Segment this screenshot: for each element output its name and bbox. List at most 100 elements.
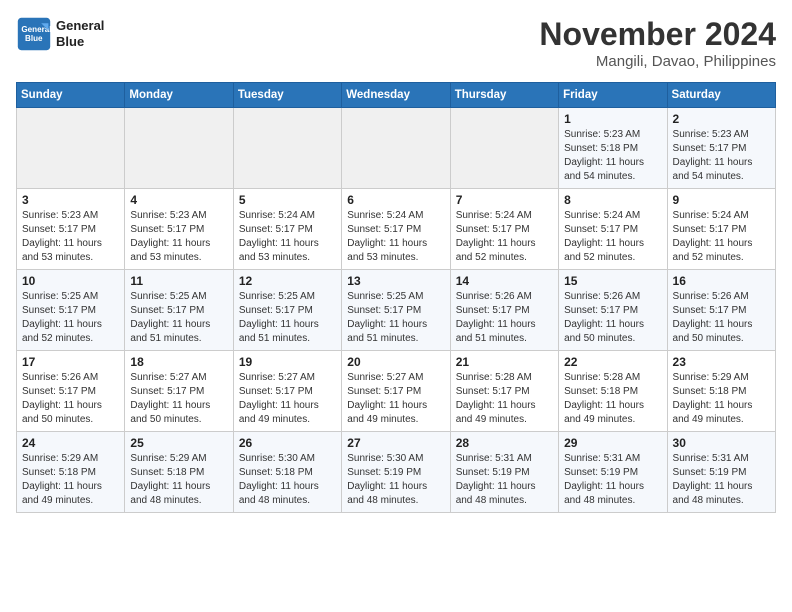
calendar-week-2: 3 Sunrise: 5:23 AM Sunset: 5:17 PM Daylig… — [17, 189, 776, 270]
day-number: 13 — [347, 274, 444, 288]
calendar-cell — [342, 108, 450, 189]
calendar-week-1: 1Sunrise: 5:23 AM Sunset: 5:18 PM Daylig… — [17, 108, 776, 189]
calendar-cell: 6 Sunrise: 5:24 AM Sunset: 5:17 PM Daylig… — [342, 189, 450, 270]
day-info: Sunrise: 5:25 AM Sunset: 5:17 PM Dayligh… — [130, 290, 227, 346]
day-number: 9 — [673, 193, 770, 207]
calendar-cell: 21 Sunrise: 5:28 AM Sunset: 5:17 PM Dayli… — [450, 351, 558, 432]
calendar-body: 1Sunrise: 5:23 AM Sunset: 5:18 PM Daylig… — [17, 108, 776, 513]
day-header-sunday: Sunday — [17, 83, 125, 108]
day-number: 3 — [22, 193, 119, 207]
calendar-cell: 24Sunrise: 5:29 AM Sunset: 5:18 PM Dayli… — [17, 432, 125, 513]
calendar-cell: 15Sunrise: 5:26 AM Sunset: 5:17 PM Dayli… — [559, 270, 667, 351]
calendar-cell: 19 Sunrise: 5:27 AM Sunset: 5:17 PM Dayli… — [233, 351, 341, 432]
calendar-cell: 13 Sunrise: 5:25 AM Sunset: 5:17 PM Dayli… — [342, 270, 450, 351]
day-info: Sunrise: 5:27 AM Sunset: 5:17 PM Dayligh… — [347, 371, 444, 427]
day-info: Sunrise: 5:28 AM Sunset: 5:18 PM Dayligh… — [564, 371, 661, 427]
month-title: November 2024 — [539, 16, 776, 53]
day-number: 7 — [456, 193, 553, 207]
logo: General Blue General Blue — [16, 16, 104, 52]
logo-text: General Blue — [56, 18, 104, 49]
calendar-cell — [17, 108, 125, 189]
day-header-monday: Monday — [125, 83, 233, 108]
day-info: Sunrise: 5:25 AM Sunset: 5:17 PM Dayligh… — [347, 290, 444, 346]
day-number: 29 — [564, 436, 661, 450]
day-number: 17 — [22, 355, 119, 369]
day-number: 10 — [22, 274, 119, 288]
calendar-cell — [125, 108, 233, 189]
day-info: Sunrise: 5:24 AM Sunset: 5:17 PM Dayligh… — [564, 209, 661, 265]
calendar-cell — [450, 108, 558, 189]
calendar-cell: 7 Sunrise: 5:24 AM Sunset: 5:17 PM Daylig… — [450, 189, 558, 270]
calendar-cell: 29Sunrise: 5:31 AM Sunset: 5:19 PM Dayli… — [559, 432, 667, 513]
day-number: 22 — [564, 355, 661, 369]
day-number: 8 — [564, 193, 661, 207]
calendar-header: SundayMondayTuesdayWednesdayThursdayFrid… — [17, 83, 776, 108]
calendar-cell: 1Sunrise: 5:23 AM Sunset: 5:18 PM Daylig… — [559, 108, 667, 189]
day-info: Sunrise: 5:24 AM Sunset: 5:17 PM Dayligh… — [673, 209, 770, 265]
day-number: 21 — [456, 355, 553, 369]
calendar-cell: 20 Sunrise: 5:27 AM Sunset: 5:17 PM Dayli… — [342, 351, 450, 432]
day-number: 12 — [239, 274, 336, 288]
day-info: Sunrise: 5:24 AM Sunset: 5:17 PM Dayligh… — [239, 209, 336, 265]
calendar-cell: 18 Sunrise: 5:27 AM Sunset: 5:17 PM Dayli… — [125, 351, 233, 432]
day-number: 20 — [347, 355, 444, 369]
day-number: 2 — [673, 112, 770, 126]
calendar-week-5: 24Sunrise: 5:29 AM Sunset: 5:18 PM Dayli… — [17, 432, 776, 513]
day-number: 28 — [456, 436, 553, 450]
day-header-friday: Friday — [559, 83, 667, 108]
day-number: 27 — [347, 436, 444, 450]
day-number: 6 — [347, 193, 444, 207]
day-info: Sunrise: 5:27 AM Sunset: 5:17 PM Dayligh… — [239, 371, 336, 427]
calendar-cell: 4Sunrise: 5:23 AM Sunset: 5:17 PM Daylig… — [125, 189, 233, 270]
logo-icon: General Blue — [16, 16, 52, 52]
day-info: Sunrise: 5:24 AM Sunset: 5:17 PM Dayligh… — [347, 209, 444, 265]
day-number: 23 — [673, 355, 770, 369]
calendar-cell: 2Sunrise: 5:23 AM Sunset: 5:17 PM Daylig… — [667, 108, 775, 189]
day-header-tuesday: Tuesday — [233, 83, 341, 108]
calendar-cell: 16 Sunrise: 5:26 AM Sunset: 5:17 PM Dayli… — [667, 270, 775, 351]
day-number: 19 — [239, 355, 336, 369]
calendar-cell: 5 Sunrise: 5:24 AM Sunset: 5:17 PM Daylig… — [233, 189, 341, 270]
day-info: Sunrise: 5:26 AM Sunset: 5:17 PM Dayligh… — [22, 371, 119, 427]
day-info: Sunrise: 5:29 AM Sunset: 5:18 PM Dayligh… — [22, 452, 119, 508]
calendar-cell: 9 Sunrise: 5:24 AM Sunset: 5:17 PM Daylig… — [667, 189, 775, 270]
day-info: Sunrise: 5:27 AM Sunset: 5:17 PM Dayligh… — [130, 371, 227, 427]
calendar-cell: 8 Sunrise: 5:24 AM Sunset: 5:17 PM Daylig… — [559, 189, 667, 270]
calendar-cell: 28 Sunrise: 5:31 AM Sunset: 5:19 PM Dayli… — [450, 432, 558, 513]
calendar-cell: 10 Sunrise: 5:25 AM Sunset: 5:17 PM Dayli… — [17, 270, 125, 351]
day-number: 16 — [673, 274, 770, 288]
day-info: Sunrise: 5:26 AM Sunset: 5:17 PM Dayligh… — [564, 290, 661, 346]
title-block: November 2024 Mangili, Davao, Philippine… — [539, 16, 776, 70]
calendar-cell: 17 Sunrise: 5:26 AM Sunset: 5:17 PM Dayli… — [17, 351, 125, 432]
calendar-table: SundayMondayTuesdayWednesdayThursdayFrid… — [16, 82, 776, 513]
logo-line2: Blue — [56, 34, 104, 50]
day-info: Sunrise: 5:26 AM Sunset: 5:17 PM Dayligh… — [456, 290, 553, 346]
day-info: Sunrise: 5:28 AM Sunset: 5:17 PM Dayligh… — [456, 371, 553, 427]
calendar-week-3: 10 Sunrise: 5:25 AM Sunset: 5:17 PM Dayli… — [17, 270, 776, 351]
day-number: 14 — [456, 274, 553, 288]
calendar-cell: 22 Sunrise: 5:28 AM Sunset: 5:18 PM Dayli… — [559, 351, 667, 432]
day-info: Sunrise: 5:25 AM Sunset: 5:17 PM Dayligh… — [239, 290, 336, 346]
day-header-saturday: Saturday — [667, 83, 775, 108]
calendar-cell: 26 Sunrise: 5:30 AM Sunset: 5:18 PM Dayli… — [233, 432, 341, 513]
day-number: 25 — [130, 436, 227, 450]
day-info: Sunrise: 5:25 AM Sunset: 5:17 PM Dayligh… — [22, 290, 119, 346]
day-info: Sunrise: 5:31 AM Sunset: 5:19 PM Dayligh… — [456, 452, 553, 508]
calendar-cell: 27Sunrise: 5:30 AM Sunset: 5:19 PM Dayli… — [342, 432, 450, 513]
day-info: Sunrise: 5:26 AM Sunset: 5:17 PM Dayligh… — [673, 290, 770, 346]
day-info: Sunrise: 5:23 AM Sunset: 5:17 PM Dayligh… — [22, 209, 119, 265]
day-info: Sunrise: 5:24 AM Sunset: 5:17 PM Dayligh… — [456, 209, 553, 265]
day-number: 18 — [130, 355, 227, 369]
calendar-cell: 3 Sunrise: 5:23 AM Sunset: 5:17 PM Daylig… — [17, 189, 125, 270]
calendar-cell: 12 Sunrise: 5:25 AM Sunset: 5:17 PM Dayli… — [233, 270, 341, 351]
day-info: Sunrise: 5:23 AM Sunset: 5:18 PM Dayligh… — [564, 128, 661, 184]
calendar-week-4: 17 Sunrise: 5:26 AM Sunset: 5:17 PM Dayli… — [17, 351, 776, 432]
day-number: 5 — [239, 193, 336, 207]
day-number: 26 — [239, 436, 336, 450]
svg-text:Blue: Blue — [25, 34, 43, 43]
day-info: Sunrise: 5:30 AM Sunset: 5:18 PM Dayligh… — [239, 452, 336, 508]
day-info: Sunrise: 5:29 AM Sunset: 5:18 PM Dayligh… — [130, 452, 227, 508]
day-info: Sunrise: 5:29 AM Sunset: 5:18 PM Dayligh… — [673, 371, 770, 427]
day-info: Sunrise: 5:31 AM Sunset: 5:19 PM Dayligh… — [673, 452, 770, 508]
calendar-cell: 25 Sunrise: 5:29 AM Sunset: 5:18 PM Dayli… — [125, 432, 233, 513]
